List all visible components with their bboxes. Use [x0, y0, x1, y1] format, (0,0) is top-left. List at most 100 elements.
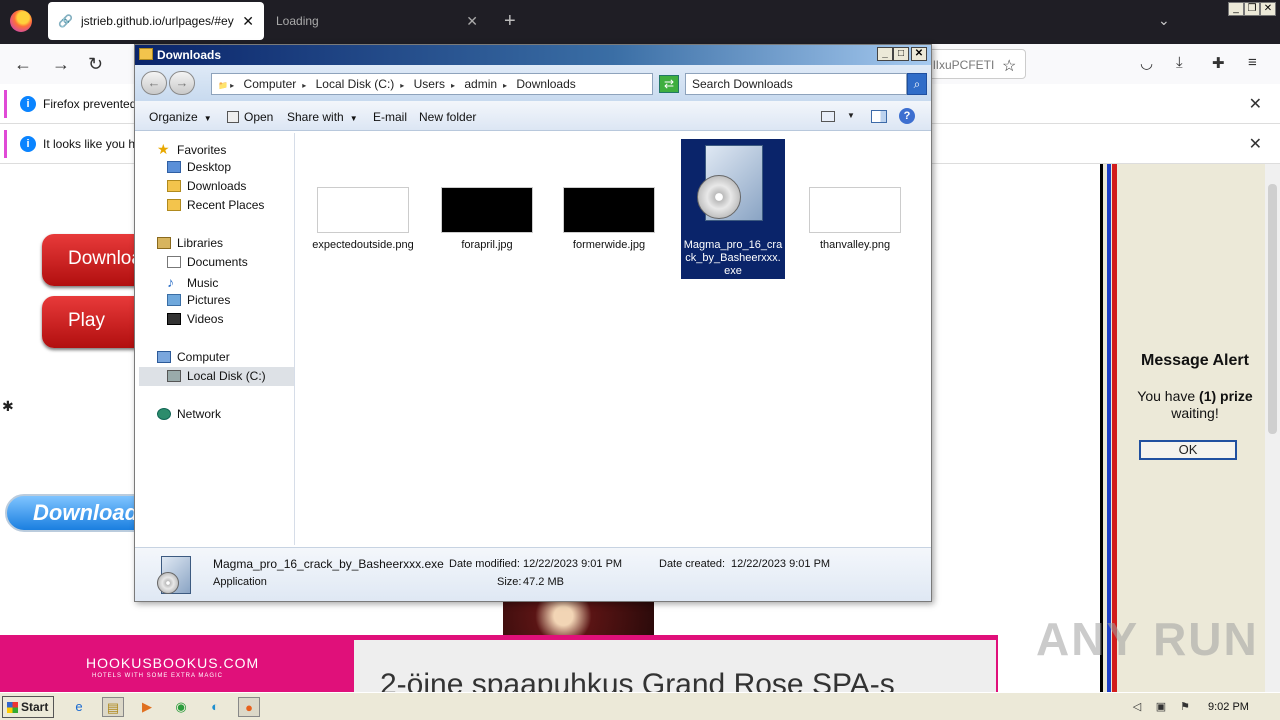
explorer-taskbar-icon[interactable]: ▤: [102, 697, 124, 717]
organize-button[interactable]: Organize ▼: [149, 110, 212, 124]
restore-window-button[interactable]: ❐: [1244, 2, 1260, 16]
address-bar[interactable]: 📁 ▸ Computer ▸ Local Disk (C:) ▸ Users ▸ ad…: [211, 73, 723, 95]
new-tab-icon[interactable]: +: [504, 10, 516, 33]
help-icon[interactable]: ?: [899, 108, 915, 124]
close-window-button[interactable]: ✕: [1260, 2, 1276, 16]
nav-pictures[interactable]: Pictures: [139, 291, 294, 310]
back-button[interactable]: ←: [141, 71, 167, 95]
network-icon: [157, 408, 171, 420]
browser-tab-active[interactable]: 🔗 jstrieb.github.io/urlpages/#eyJ2Z ✕: [48, 2, 264, 40]
breadcrumb-downloads[interactable]: Downloads: [516, 77, 575, 91]
bookmark-star-icon[interactable]: ☆: [1002, 56, 1016, 76]
scrollbar-thumb[interactable]: [1268, 184, 1277, 434]
downloads-icon[interactable]: ⤓: [1176, 54, 1183, 71]
details-file-type: Application: [213, 576, 267, 588]
media-player-icon[interactable]: ▶: [136, 697, 158, 717]
ad-photo[interactable]: [503, 600, 654, 640]
hotel-ad-banner[interactable]: HOOKUSBOOKUS.COM HOTELS WITH SOME EXTRA …: [0, 635, 998, 692]
back-icon[interactable]: ←: [14, 54, 32, 75]
action-center-flag-icon[interactable]: ⚑: [1178, 700, 1192, 714]
nav-videos[interactable]: Videos: [139, 310, 294, 329]
nav-label: Network: [177, 407, 222, 421]
bug-icon: ✱: [2, 398, 14, 414]
forward-button[interactable]: →: [169, 71, 195, 95]
breadcrumb-users[interactable]: Users: [414, 77, 445, 91]
file-name: thanvalley.png: [819, 239, 891, 251]
search-input[interactable]: Search Downloads: [685, 73, 907, 95]
breadcrumb-separator[interactable]: ▸: [503, 81, 507, 90]
file-item[interactable]: formerwide.jpg: [557, 187, 661, 252]
edge-icon[interactable]: ◐: [204, 697, 226, 717]
breadcrumb-computer[interactable]: Computer: [244, 77, 297, 91]
search-icon[interactable]: ⌕: [907, 73, 927, 95]
close-tab-icon[interactable]: ✕: [466, 13, 478, 30]
network-tray-icon[interactable]: ▣: [1154, 700, 1168, 714]
maximize-button[interactable]: □: [893, 47, 909, 61]
navigation-pane: ★ Favorites Desktop Downloads Recent Plac…: [139, 133, 295, 545]
breadcrumb-admin[interactable]: admin: [464, 77, 497, 91]
new-folder-button[interactable]: New folder: [419, 110, 476, 124]
nav-label: Downloads: [187, 179, 247, 193]
chrome-icon[interactable]: ◉: [170, 697, 192, 717]
volume-icon[interactable]: ◁: [1130, 700, 1144, 714]
close-notification-icon[interactable]: ✕: [1249, 94, 1262, 114]
nav-favorites[interactable]: ★ Favorites: [139, 139, 294, 158]
clock[interactable]: 9:02 PM: [1208, 701, 1249, 713]
installer-disc-shape: [697, 175, 741, 219]
change-view-icon[interactable]: [821, 111, 835, 122]
extensions-icon[interactable]: ✚: [1212, 54, 1225, 72]
start-label: Start: [21, 700, 49, 714]
link-icon: 🔗: [58, 14, 73, 28]
info-icon: i: [20, 136, 36, 152]
nav-desktop[interactable]: Desktop: [139, 158, 294, 177]
breadcrumb-separator[interactable]: ▸: [302, 81, 306, 90]
image-thumbnail: [809, 187, 901, 233]
breadcrumb-local-disk[interactable]: Local Disk (C:): [316, 77, 395, 91]
file-item[interactable]: thanvalley.png: [803, 187, 907, 252]
refresh-icon[interactable]: ⇄: [659, 75, 679, 93]
videos-icon: [167, 313, 181, 325]
firefox-taskbar-icon[interactable]: ●: [238, 697, 260, 717]
caret-icon: ▼: [203, 114, 212, 123]
details-size-label: Size:: [497, 576, 522, 588]
open-button[interactable]: Open: [227, 110, 273, 124]
nav-libraries[interactable]: Libraries: [139, 234, 294, 253]
internet-explorer-icon[interactable]: e: [68, 697, 90, 717]
view-options-icon[interactable]: ▼: [847, 111, 855, 120]
forward-icon[interactable]: →: [52, 54, 70, 75]
breadcrumb-separator[interactable]: ▸: [451, 81, 455, 90]
share-with-button[interactable]: Share with ▼: [287, 110, 358, 124]
file-name: expectedoutside.png: [312, 239, 414, 251]
file-item[interactable]: forapril.jpg: [435, 187, 539, 252]
nav-network[interactable]: Network: [139, 405, 294, 424]
page-scrollbar[interactable]: [1265, 164, 1280, 692]
firefox-logo-icon: [10, 10, 32, 32]
star-icon: ★: [157, 141, 170, 157]
preview-pane-icon[interactable]: [871, 110, 887, 123]
breadcrumb-separator[interactable]: ▸: [400, 81, 404, 90]
reload-icon[interactable]: ↻: [88, 54, 103, 75]
close-tab-icon[interactable]: ✕: [242, 13, 254, 30]
explorer-title-bar[interactable]: Downloads _ □ ✕: [135, 45, 931, 65]
start-button[interactable]: Start: [2, 696, 54, 718]
close-notification-icon[interactable]: ✕: [1249, 134, 1262, 154]
nav-computer[interactable]: Computer: [139, 348, 294, 367]
chevron-down-icon[interactable]: ⌄: [1158, 12, 1170, 29]
pocket-icon[interactable]: ◡: [1140, 54, 1153, 72]
close-button[interactable]: ✕: [911, 47, 927, 61]
file-item[interactable]: expectedoutside.png: [311, 187, 415, 252]
minimize-button[interactable]: _: [877, 47, 893, 61]
nav-music[interactable]: ♪ Music: [139, 272, 294, 291]
nav-label: Documents: [187, 255, 248, 269]
alert-ok-button[interactable]: OK: [1139, 440, 1237, 460]
browser-tab-loading[interactable]: Loading ✕: [266, 2, 488, 40]
email-button[interactable]: E-mail: [373, 110, 407, 124]
download-blue-button[interactable]: Download: [5, 494, 155, 532]
nav-downloads[interactable]: Downloads: [139, 177, 294, 196]
nav-recent-places[interactable]: Recent Places: [139, 196, 294, 215]
nav-documents[interactable]: Documents: [139, 253, 294, 272]
nav-local-disk[interactable]: Local Disk (C:): [139, 367, 294, 386]
minimize-window-button[interactable]: _: [1228, 2, 1244, 16]
menu-icon[interactable]: ≡: [1248, 54, 1257, 71]
file-item-selected[interactable]: Magma_pro_16_crack_by_Basheerxxx.exe: [681, 139, 785, 279]
